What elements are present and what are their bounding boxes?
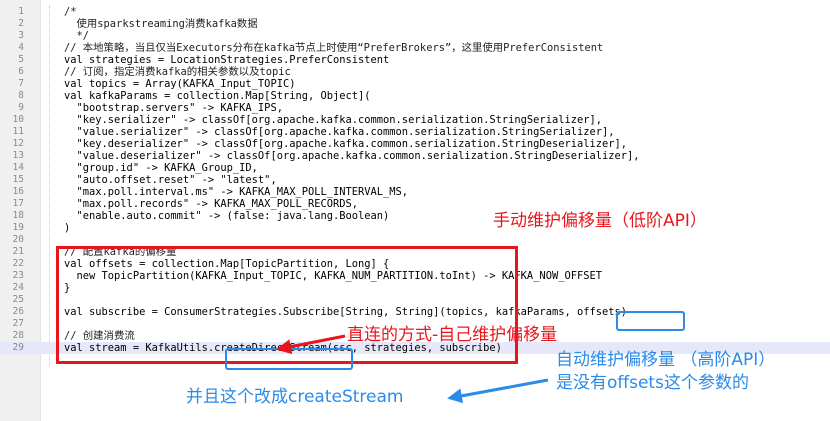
line-number: 24 [12,282,24,293]
blue-arrow [447,378,549,404]
line-number: 4 [18,42,24,53]
line-number: 28 [12,330,24,341]
line-number: 3 [18,30,24,41]
code-line[interactable]: 11 "value.serializer" -> classOf[org.apa… [0,126,830,138]
code-text: */ [64,30,90,42]
code-line[interactable]: 17 "max.poll.records" -> KAFKA_MAX_POLL_… [0,198,830,210]
line-number: 23 [12,270,24,281]
code-text: val topics = Array(KAFKA_Input_TOPIC) [64,78,296,90]
code-text: /* [64,6,77,18]
code-text: val kafkaParams = collection.Map[String,… [64,90,371,102]
line-number: 22 [12,258,24,269]
line-number: 13 [12,150,24,161]
line-number: 10 [12,114,24,125]
line-number: 5 [18,54,24,65]
direct-mode-label: 直连的方式-自己维护偏移量 [347,325,558,345]
line-number: 9 [18,102,24,113]
line-number: 7 [18,78,24,89]
code-text: // 订阅，指定消费kafka的相关参数以及topic [64,66,291,78]
code-text: "max.poll.records" -> KAFKA_MAX_POLL_REC… [64,198,359,210]
code-text: ) [64,222,71,234]
line-number: 18 [12,210,24,221]
code-text: "enable.auto.commit" -> (false: java.lan… [64,210,390,222]
code-text: } [64,282,71,294]
code-line[interactable]: 8 val kafkaParams = collection.Map[String… [0,90,830,102]
code-text: val strategies = LocationStrategies.Pref… [64,54,390,66]
code-text: "max.poll.interval.ms" -> KAFKA_MAX_POLL… [64,186,409,198]
code-line[interactable]: 6 // 订阅，指定消费kafka的相关参数以及topic [0,66,830,78]
line-number: 8 [18,90,24,101]
change-to-create-stream-label: 并且这个改成createStream [186,387,404,407]
no-offsets-param-label: 是没有offsets这个参数的 [556,373,749,393]
line-number: 21 [12,246,24,257]
code-line[interactable]: 16 "max.poll.interval.ms" -> KAFKA_MAX_P… [0,186,830,198]
code-line[interactable]: 23 new TopicPartition(KAFKA_Input_TOPIC,… [0,270,830,282]
line-number: 20 [12,234,24,245]
code-line[interactable]: 21 // 配置kafka的偏移量 [0,246,830,258]
code-text: // 配置kafka的偏移量 [64,246,177,258]
line-number: 11 [12,126,24,137]
line-number: 12 [12,138,24,149]
code-line[interactable]: 10 "key.serializer" -> classOf[org.apach… [0,114,830,126]
code-text: // 创建消费流 [64,330,135,342]
code-line[interactable]: 26 val subscribe = ConsumerStrategies.Sub… [0,306,830,318]
code-text: new TopicPartition(KAFKA_Input_TOPIC, KA… [64,270,603,282]
line-number: 19 [12,222,24,233]
line-number: 27 [12,318,24,329]
line-number: 15 [12,174,24,185]
line-number: 26 [12,306,24,317]
code-text: "auto.offset.reset" -> "latest", [64,174,277,186]
code-line[interactable]: 20 [0,234,830,246]
line-number: 16 [12,186,24,197]
code-text: "group.id" -> KAFKA_Group_ID, [64,162,258,174]
code-line[interactable]: 24} [0,282,830,294]
line-number: 14 [12,162,24,173]
line-number: 25 [12,294,24,305]
code-text: // 本地策略，当且仅当Executors分布在kafka节点上时使用“Pref… [64,42,604,54]
auto-offset-label: 自动维护偏移量 （高阶API） [556,350,776,370]
code-line[interactable]: 3 */ [0,30,830,42]
code-line[interactable]: 9 "bootstrap.servers" -> KAFKA_IPS, [0,102,830,114]
code-line[interactable]: 15 "auto.offset.reset" -> "latest", [0,174,830,186]
code-text: "bootstrap.servers" -> KAFKA_IPS, [64,102,283,114]
code-text: val subscribe = ConsumerStrategies.Subsc… [64,306,628,318]
code-line[interactable]: 22 val offsets = collection.Map[TopicPart… [0,258,830,270]
code-text: val offsets = collection.Map[TopicPartit… [64,258,390,270]
line-number: 6 [18,66,24,77]
code-line[interactable]: 4 // 本地策略，当且仅当Executors分布在kafka节点上时使用“Pre… [0,42,830,54]
code-text: "value.deserializer" -> classOf[org.apac… [64,150,640,162]
line-number: 1 [18,6,24,17]
code-text: "key.deserializer" -> classOf[org.apache… [64,138,628,150]
code-text: "key.serializer" -> classOf[org.apache.k… [64,114,603,126]
code-line[interactable]: 2 使用sparkstreaming消费kafka数据 [0,18,830,30]
line-number: 29 [12,342,24,353]
line-number: 17 [12,198,24,209]
manual-offset-label: 手动维护偏移量（低阶API） [493,211,707,231]
code-line[interactable]: 12 "key.deserializer" -> classOf[org.apa… [0,138,830,150]
line-number: 2 [18,18,24,29]
code-text: "value.serializer" -> classOf[org.apache… [64,126,615,138]
code-line[interactable]: 5 val strategies = LocationStrategies.Pre… [0,54,830,66]
code-line[interactable]: 25 [0,294,830,306]
code-text: 使用sparkstreaming消费kafka数据 [64,18,258,30]
code-line[interactable]: 13 "value.deserializer" -> classOf[org.a… [0,150,830,162]
code-line[interactable]: 14 "group.id" -> KAFKA_Group_ID, [0,162,830,174]
code-line[interactable]: 1 /* [0,6,830,18]
code-line[interactable]: 7 val topics = Array(KAFKA_Input_TOPIC) [0,78,830,90]
